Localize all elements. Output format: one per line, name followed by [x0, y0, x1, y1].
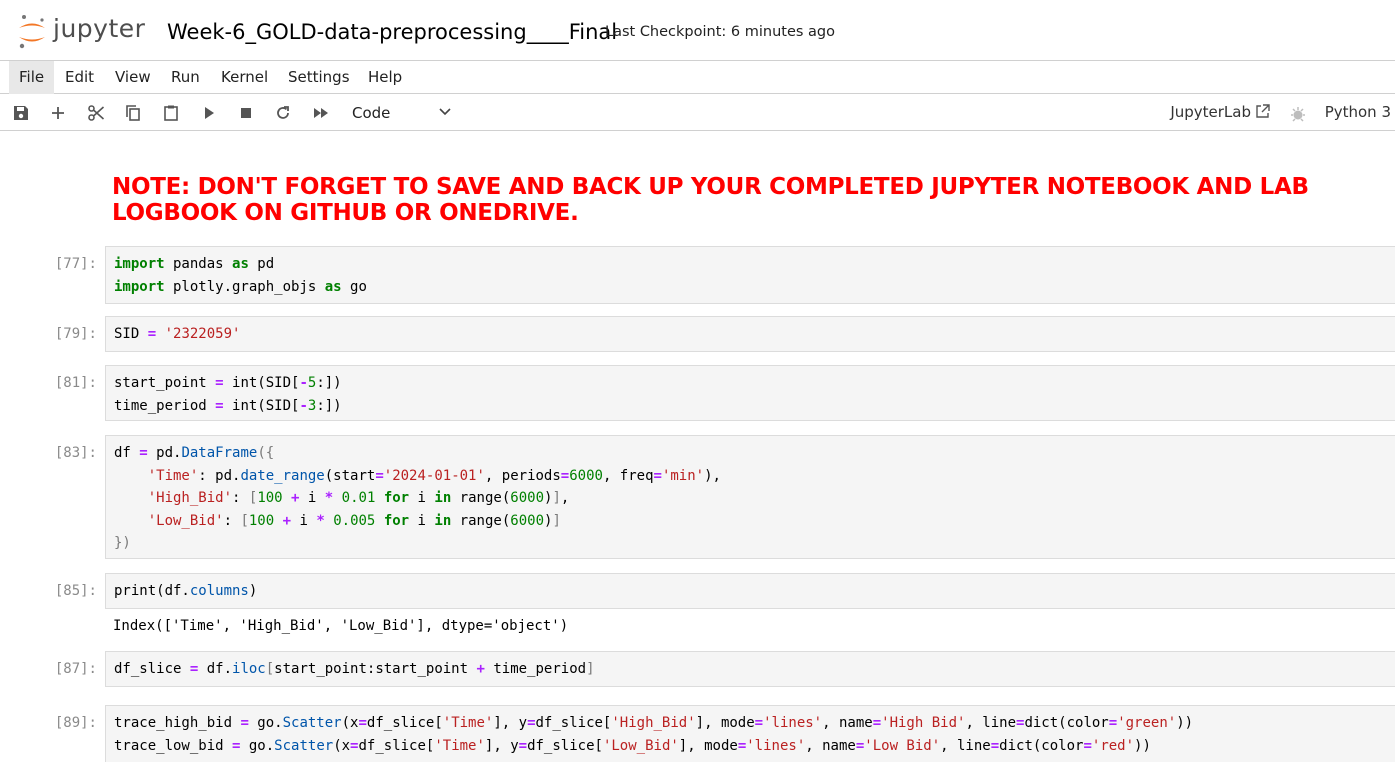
cell-prompt: [77]: — [54, 256, 97, 272]
markdown-note: NOTE: DON'T FORGET TO SAVE AND BACK UP Y… — [112, 174, 1309, 226]
cell-input[interactable]: import pandas as pd import plotly.graph_… — [105, 246, 1395, 304]
chevron-down-icon — [439, 108, 451, 116]
restart-icon[interactable] — [272, 102, 294, 124]
menu-settings[interactable]: Settings — [278, 61, 360, 94]
external-link-icon — [1256, 104, 1270, 118]
cell-output: Index(['Time', 'High_Bid', 'Low_Bid'], d… — [113, 618, 569, 634]
menu-view[interactable]: View — [105, 61, 161, 94]
cell-input[interactable]: df = pd.DataFrame({ 'Time': pd.date_rang… — [105, 435, 1395, 559]
kernel-status-icon — [1291, 107, 1305, 122]
cell-input[interactable]: start_point = int(SID[-5:]) time_period … — [105, 365, 1395, 421]
cell-prompt: [87]: — [54, 661, 97, 677]
jupyter-logo-text: jupyter — [53, 14, 146, 43]
cell-type-select[interactable]: Code — [352, 101, 452, 125]
jupyterlab-link-label: JupyterLab — [1170, 103, 1251, 121]
run-icon[interactable] — [198, 102, 220, 124]
cell-prompt: [81]: — [54, 375, 97, 391]
cell-prompt: [89]: — [54, 715, 97, 731]
last-checkpoint: Last Checkpoint: 6 minutes ago — [605, 24, 835, 40]
notebook-title[interactable]: Week-6_GOLD-data-preprocessing____Final — [167, 20, 617, 44]
cell-input[interactable]: trace_high_bid = go.Scatter(x=df_slice['… — [105, 705, 1395, 762]
menu-bar: File Edit View Run Kernel Settings Help — [0, 60, 1395, 94]
cut-icon[interactable] — [85, 102, 107, 124]
stop-icon[interactable] — [235, 102, 257, 124]
cell-input[interactable]: SID = '2322059' — [105, 316, 1395, 352]
cell-prompt: [83]: — [54, 445, 97, 461]
jupyterlab-link[interactable]: JupyterLab — [1170, 103, 1270, 121]
copy-icon[interactable] — [122, 102, 144, 124]
kernel-name[interactable]: Python 3 — [1325, 103, 1391, 121]
fast-forward-icon[interactable] — [310, 102, 332, 124]
cell-input[interactable]: df_slice = df.iloc[start_point:start_poi… — [105, 651, 1395, 687]
cell-type-value: Code — [352, 104, 391, 122]
save-icon[interactable] — [10, 102, 32, 124]
header: jupyter Week-6_GOLD-data-preprocessing__… — [0, 0, 1395, 60]
add-cell-icon[interactable] — [47, 102, 69, 124]
menu-file[interactable]: File — [9, 61, 55, 94]
menu-run[interactable]: Run — [161, 61, 210, 94]
menu-edit[interactable]: Edit — [55, 61, 104, 94]
menu-kernel[interactable]: Kernel — [211, 61, 278, 94]
notebook-toolbar: Code JupyterLab Python 3 — [0, 95, 1395, 131]
menu-help[interactable]: Help — [358, 61, 412, 94]
jupyter-logo-icon[interactable] — [16, 14, 48, 50]
cell-prompt: [79]: — [54, 326, 97, 342]
cell-prompt: [85]: — [54, 583, 97, 599]
notebook-area: NOTE: DON'T FORGET TO SAVE AND BACK UP Y… — [0, 131, 1395, 762]
cell-input[interactable]: print(df.columns) — [105, 573, 1395, 609]
paste-icon[interactable] — [160, 102, 182, 124]
